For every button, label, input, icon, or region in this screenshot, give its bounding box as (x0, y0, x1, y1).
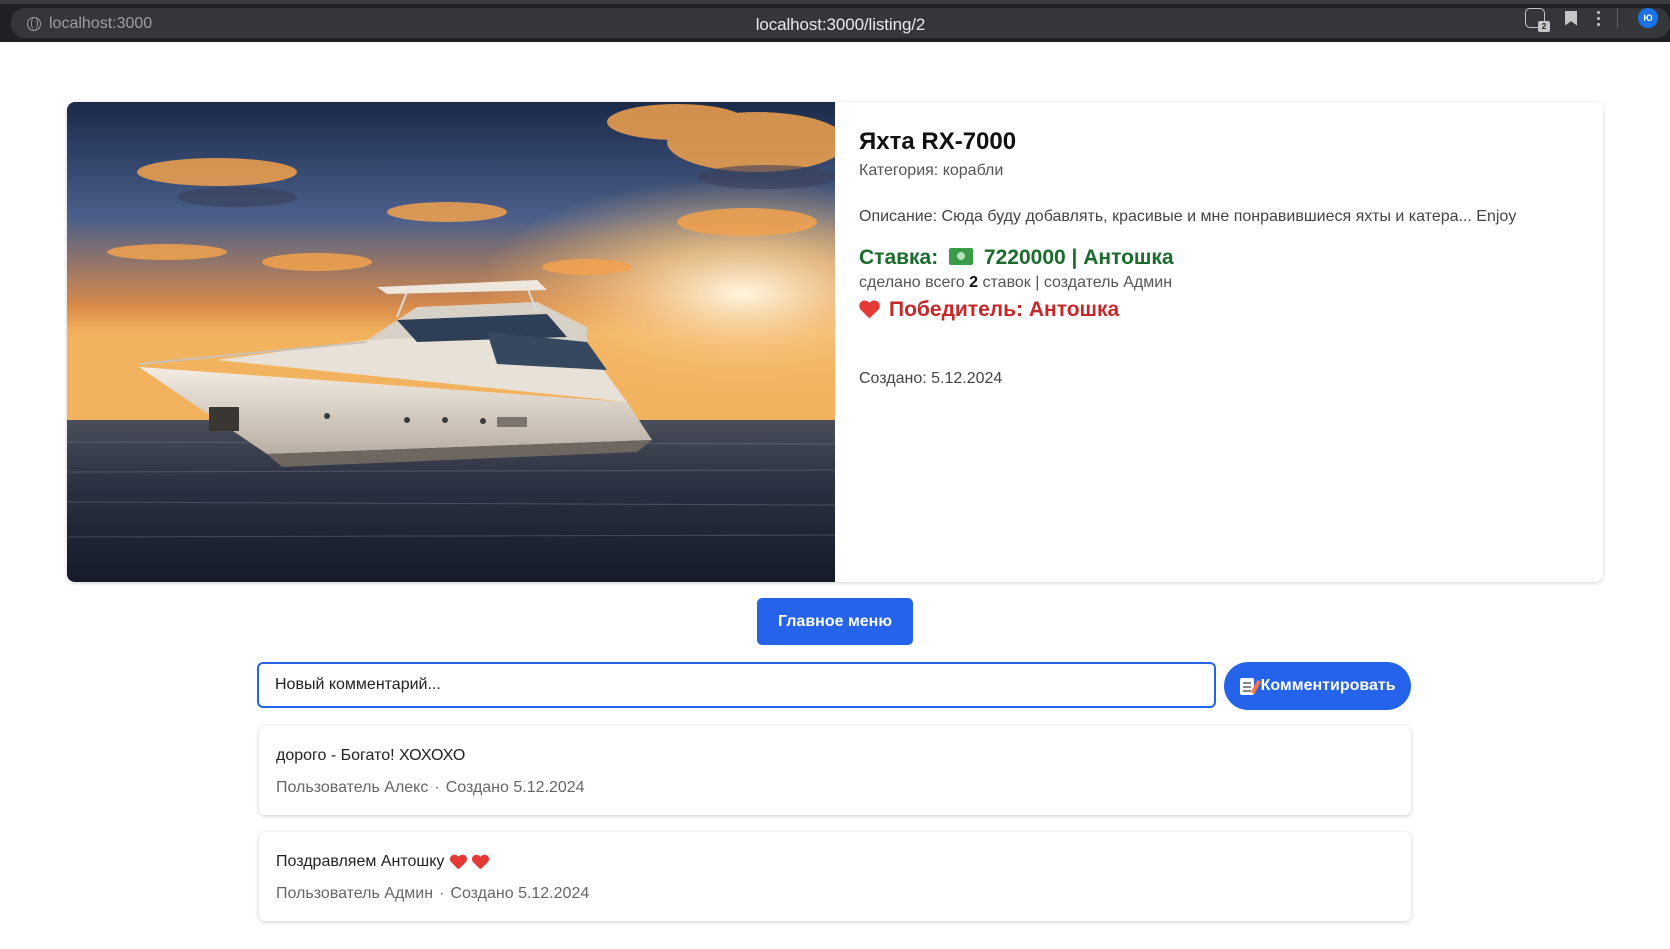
menu-dots-icon[interactable] (1597, 10, 1601, 26)
bids-count: 2 (969, 274, 979, 291)
meta-separator: · (434, 779, 440, 796)
heart-icon (450, 855, 466, 869)
comment-form: Комментировать (257, 662, 1411, 710)
listing-info: Яхта RX-7000 Категория: корабли Описание… (835, 102, 1603, 582)
bid-value: 7220000 | Антошка (983, 246, 1174, 269)
listing-created: Создано: 5.12.2024 (859, 370, 1003, 387)
comment-text: Поздравляем Антошку (276, 853, 445, 870)
winner-text: Победитель: Антошка (889, 298, 1120, 321)
current-bid: Ставка: 7220000 | Антошка (859, 246, 1579, 270)
profile-avatar[interactable]: Ю (1638, 8, 1658, 28)
heart-icon (859, 301, 879, 319)
comment-item: Поздравляем Антошку Пользователь Админ · С… (259, 832, 1411, 921)
address-bar[interactable]: localhost:3000 localhost:3000/listing/2 (11, 8, 1670, 38)
memo-icon (1239, 677, 1254, 695)
winner-line: Победитель: Антошка (859, 298, 1579, 322)
main-menu-button[interactable]: Главное меню (757, 598, 913, 645)
browser-toolbar: localhost:3000 localhost:3000/listing/2 … (0, 0, 1670, 42)
bids-suffix: ставок | создатель Админ (982, 274, 1173, 291)
listing-card: Яхта RX-7000 Категория: корабли Описание… (67, 102, 1603, 582)
listing-description: Описание: Сюда буду добавлять, красивые … (859, 208, 1517, 225)
comment-created: Создано 5.12.2024 (445, 779, 585, 796)
bid-meta: сделано всего 2 ставок | создатель Админ (859, 274, 1579, 292)
comment-created: Создано 5.12.2024 (450, 885, 590, 902)
extension-icon[interactable]: 2 (1525, 8, 1550, 32)
money-icon (949, 248, 974, 265)
comment-item: дорого - Богато! ХОХОХО Пользователь Але… (259, 726, 1411, 815)
comment-text: дорого - Богато! ХОХОХО (276, 747, 466, 764)
comment-button-label: Комментировать (1260, 677, 1396, 694)
url-text[interactable]: localhost:3000/listing/2 (11, 15, 1670, 35)
comments-list: дорого - Богато! ХОХОХО Пользователь Але… (259, 726, 1411, 938)
bids-prefix: сделано всего (859, 274, 965, 291)
comment-input[interactable] (257, 662, 1217, 708)
comment-author: Пользователь Админ (276, 885, 434, 902)
listing-photo (67, 102, 835, 582)
meta-separator: · (439, 885, 445, 902)
toolbar-divider (1617, 8, 1618, 28)
bookmark-icon[interactable] (1565, 10, 1577, 26)
extension-badge: 2 (1538, 21, 1550, 32)
heart-icon (472, 855, 488, 869)
comment-author: Пользователь Алекс (276, 779, 429, 796)
listing-category: Категория: корабли (859, 162, 1004, 179)
listing-title: Яхта RX-7000 (859, 128, 1017, 155)
comment-submit-button[interactable]: Комментировать (1224, 662, 1411, 710)
bid-label: Ставка: (859, 246, 939, 269)
